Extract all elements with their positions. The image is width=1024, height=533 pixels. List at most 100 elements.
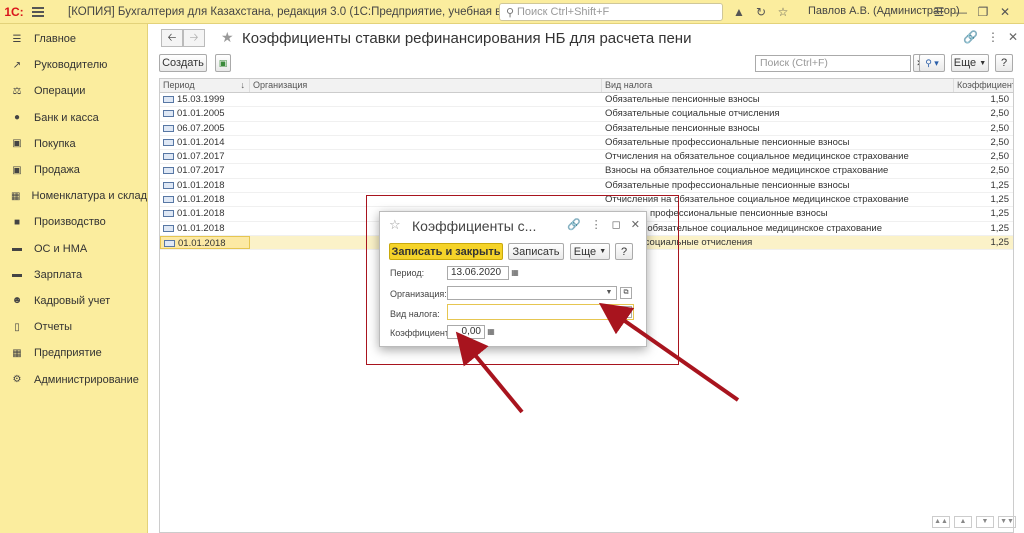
dialog-more-label: Еще bbox=[573, 245, 597, 258]
sidebar: ☰ Главное ↗ Руководителю ⚖ Операции ● Банк и… bbox=[0, 24, 148, 533]
tax-type-dropdown-icon[interactable]: ▼ bbox=[602, 305, 616, 319]
first-page-icon[interactable]: ▲▲ bbox=[932, 516, 950, 528]
app-logo: 1С: bbox=[4, 4, 24, 19]
last-page-icon[interactable]: ▼▼ bbox=[998, 516, 1016, 528]
minimize-icon[interactable]: — bbox=[950, 5, 972, 19]
sidebar-item-salary[interactable]: ▬ Зарплата bbox=[0, 262, 147, 288]
global-search-input[interactable]: ⚲ Поиск Ctrl+Shift+F bbox=[499, 3, 723, 21]
sidebar-item-label: Банк и касса bbox=[34, 111, 99, 124]
sidebar-item-reports[interactable]: ▯ Отчеты bbox=[0, 314, 147, 340]
sidebar-item-assets[interactable]: ▬ ОС и НМА bbox=[0, 236, 147, 262]
column-coefficient[interactable]: Коэффициент bbox=[954, 79, 1013, 92]
sidebar-item-label: Покупка bbox=[34, 137, 76, 150]
sidebar-item-production[interactable]: ■ Производство bbox=[0, 209, 147, 235]
record-icon bbox=[164, 239, 175, 247]
link-icon[interactable]: 🔗 bbox=[963, 30, 978, 44]
list-search-input[interactable]: Поиск (Ctrl+F) bbox=[755, 55, 911, 72]
close-icon[interactable]: ✕ bbox=[994, 5, 1016, 19]
table-row[interactable]: 01.01.2018 Обязательные профессиональные … bbox=[160, 179, 1013, 194]
close-page-icon[interactable]: ✕ bbox=[1008, 30, 1018, 44]
sidebar-item-hr[interactable]: ☻ Кадровый учет bbox=[0, 288, 147, 314]
cell-period-text: 06.07.2005 bbox=[177, 122, 225, 134]
column-tax-type[interactable]: Вид налога bbox=[602, 79, 954, 92]
sidebar-item-label: Главное bbox=[34, 33, 77, 46]
sidebar-item-label: Продажа bbox=[34, 164, 80, 177]
coefficient-field[interactable]: 0,00 bbox=[447, 325, 485, 339]
table-row[interactable]: 15.03.1999 Обязательные пенсионные взносы… bbox=[160, 93, 1013, 108]
tax-type-open-icon[interactable]: ⧉ bbox=[620, 306, 632, 318]
sidebar-item-purchase[interactable]: ▣ Покупка bbox=[0, 131, 147, 157]
organization-dropdown-icon[interactable]: ▼ bbox=[602, 286, 616, 300]
cell-tax-type: Обязательные социальные отчисления bbox=[605, 108, 780, 120]
sidebar-item-label: ОС и НМА bbox=[34, 242, 88, 255]
settings-menu-icon[interactable]: ☰ bbox=[928, 5, 950, 19]
calculator-icon[interactable]: ▦ bbox=[484, 325, 498, 339]
sidebar-item-bank[interactable]: ● Банк и касса bbox=[0, 105, 147, 131]
arrow-left-icon: 🡠 bbox=[167, 31, 177, 44]
grid-icon: ▦ bbox=[11, 190, 21, 202]
dialog-favorite-star-icon[interactable]: ☆ bbox=[389, 217, 401, 233]
dialog-close-icon[interactable]: ✕ bbox=[631, 218, 640, 231]
sidebar-item-inventory[interactable]: ▦ Номенклатура и склад bbox=[0, 183, 147, 209]
cell-period-text: 15.03.1999 bbox=[177, 94, 225, 105]
window-controls: ☰ — ❐ ✕ bbox=[928, 0, 1016, 24]
sidebar-item-label: Операции bbox=[34, 85, 86, 98]
main-menu-icon[interactable] bbox=[28, 0, 48, 24]
calendar-icon[interactable]: ▦ bbox=[508, 266, 522, 280]
favorite-star-icon[interactable]: ★ bbox=[221, 29, 234, 46]
more-button[interactable]: Еще ▼ bbox=[951, 54, 989, 72]
column-period[interactable]: Период ↓ bbox=[160, 79, 250, 92]
table-row[interactable]: 06.07.2005 Обязательные пенсионные взносы… bbox=[160, 122, 1013, 136]
create-button[interactable]: Создать bbox=[159, 54, 207, 72]
sidebar-item-director[interactable]: ↗ Руководителю bbox=[0, 52, 147, 78]
prev-page-icon[interactable]: ▲ bbox=[954, 516, 972, 528]
page-title: Коэффициенты ставки рефинансирования НБ … bbox=[242, 30, 692, 47]
period-field[interactable]: 13.06.2020 bbox=[447, 266, 509, 280]
organization-open-icon[interactable]: ⧉ bbox=[620, 287, 632, 299]
save-button[interactable]: Записать bbox=[508, 243, 564, 260]
record-icon bbox=[163, 181, 174, 189]
restore-icon[interactable]: ❐ bbox=[972, 5, 994, 19]
sidebar-item-main[interactable]: ☰ Главное bbox=[0, 26, 147, 52]
cell-coefficient: 1,25 bbox=[990, 194, 1010, 206]
table-row[interactable]: 01.01.2014 Обязательные профессиональные … bbox=[160, 136, 1013, 151]
dialog-maximize-icon[interactable]: ◻ bbox=[612, 218, 621, 231]
dialog-link-icon[interactable]: 🔗 bbox=[567, 218, 581, 231]
record-icon bbox=[163, 138, 174, 146]
more-vertical-icon[interactable]: ⋮ bbox=[987, 30, 999, 44]
record-icon bbox=[163, 167, 174, 175]
cell-coefficient: 1,25 bbox=[990, 236, 1010, 248]
column-organization[interactable]: Организация bbox=[250, 79, 602, 92]
sidebar-item-admin[interactable]: ⚙ Администрирование bbox=[0, 366, 147, 392]
dialog-help-button[interactable]: ? bbox=[615, 243, 633, 260]
cell-period: 06.07.2005 bbox=[160, 122, 250, 135]
cell-coefficient: 1,25 bbox=[990, 222, 1010, 234]
cell-tax-type: Обязательные профессиональные пенсионные… bbox=[605, 179, 850, 191]
favorites-star-icon[interactable]: ☆ bbox=[772, 5, 794, 19]
help-button[interactable]: ? bbox=[995, 54, 1013, 72]
copy-item-button[interactable]: ▣ bbox=[215, 54, 231, 72]
tax-type-label: Вид налога: bbox=[390, 309, 440, 319]
save-and-close-button[interactable]: Записать и закрыть bbox=[389, 243, 503, 260]
cell-tax-type: Отчисления на обязательное социальное ме… bbox=[605, 151, 909, 163]
sidebar-item-operations[interactable]: ⚖ Операции bbox=[0, 78, 147, 104]
forward-button[interactable]: 🡢 bbox=[183, 29, 205, 47]
table-row[interactable]: 01.07.2017 Взносы на обязательное социаль… bbox=[160, 164, 1013, 179]
sidebar-item-sales[interactable]: ▣ Продажа bbox=[0, 157, 147, 183]
bell-icon[interactable]: ▲ bbox=[728, 5, 750, 19]
table-row[interactable]: 01.01.2005 Обязательные социальные отчисл… bbox=[160, 107, 1013, 122]
dialog-more-icon[interactable]: ⋮ bbox=[591, 218, 602, 231]
back-button[interactable]: 🡠 bbox=[161, 29, 183, 47]
organization-label: Организация: bbox=[390, 289, 447, 299]
search-options-button[interactable]: ⚲ ▾ bbox=[919, 54, 945, 72]
dialog-more-button[interactable]: Еще ▼ bbox=[570, 243, 610, 260]
table-row[interactable]: 01.07.2017 Отчисления на обязательное соц… bbox=[160, 150, 1013, 165]
cell-period: 01.01.2005 bbox=[160, 107, 250, 120]
organization-field[interactable] bbox=[447, 286, 617, 300]
period-label: Период: bbox=[390, 268, 425, 278]
sidebar-item-enterprise[interactable]: ▦ Предприятие bbox=[0, 340, 147, 366]
more-button-label: Еще bbox=[953, 57, 977, 69]
next-page-icon[interactable]: ▼ bbox=[976, 516, 994, 528]
cell-period: 01.07.2017 bbox=[160, 164, 250, 177]
history-icon[interactable]: ↻ bbox=[750, 5, 772, 19]
